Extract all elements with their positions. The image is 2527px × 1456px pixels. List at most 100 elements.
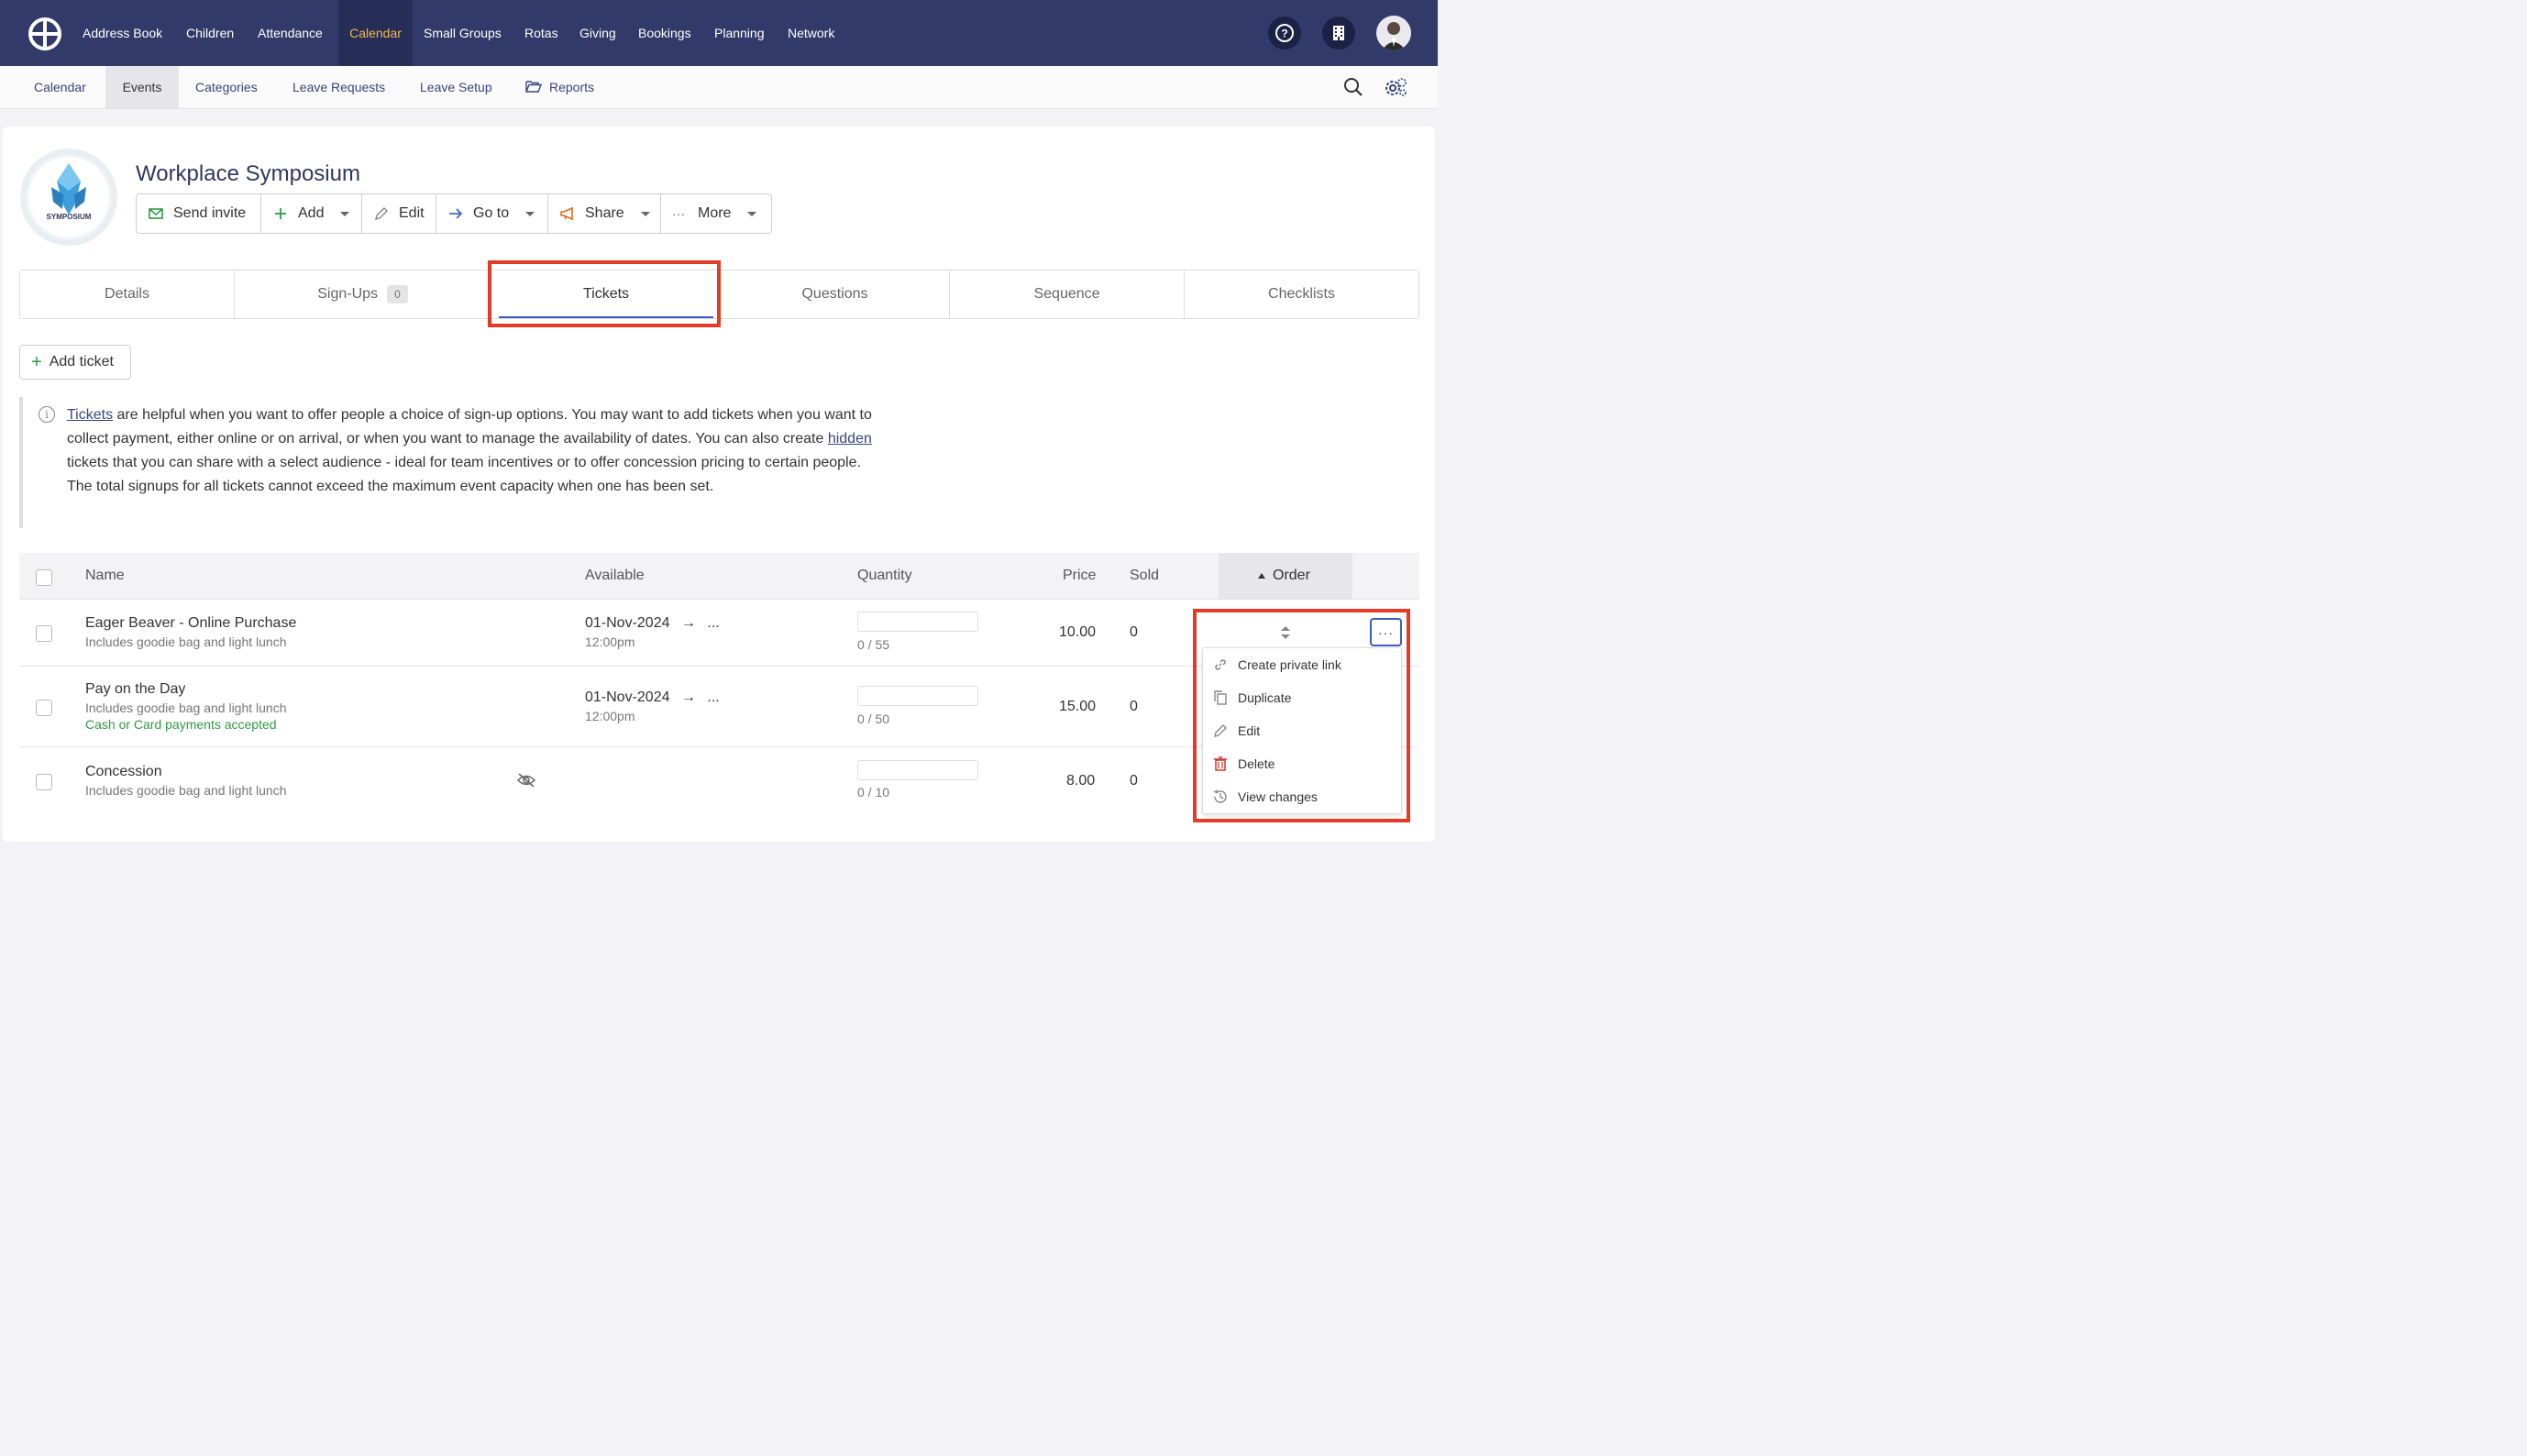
- nav-address-book[interactable]: Address Book: [83, 0, 162, 66]
- nav-small-groups[interactable]: Small Groups: [424, 0, 502, 66]
- tab-details[interactable]: Details: [20, 270, 235, 318]
- ticket-available-date: 01-Nov-2024 → ...: [585, 689, 720, 706]
- col-price-header[interactable]: Price: [1063, 553, 1096, 599]
- row-checkbox[interactable]: [36, 625, 52, 642]
- sub-navbar: Calendar Events Categories Leave Request…: [0, 66, 1438, 109]
- nav-rotas[interactable]: Rotas: [524, 0, 558, 66]
- ticket-start-time: 12:00pm: [585, 634, 635, 649]
- add-label: Add: [298, 205, 325, 221]
- subnav-leave-setup[interactable]: Leave Setup: [420, 66, 492, 108]
- tickets-help-link[interactable]: Tickets: [67, 407, 113, 423]
- send-invite-button[interactable]: Send invite: [137, 194, 261, 233]
- plus-icon: +: [31, 351, 42, 372]
- add-ticket-button[interactable]: + Add ticket: [19, 345, 131, 380]
- ticket-end-date: ...: [707, 615, 720, 631]
- tab-questions[interactable]: Questions: [721, 270, 950, 318]
- quantity-text: 0 / 55: [857, 637, 890, 652]
- col-order-label: Order: [1273, 568, 1310, 583]
- ticket-start-date: 01-Nov-2024: [585, 689, 670, 705]
- tab-signups[interactable]: Sign-Ups 0: [235, 270, 491, 318]
- ellipsis-icon: ···: [672, 206, 685, 221]
- arrow-right-icon: →: [680, 615, 696, 631]
- chevron-down-icon: [340, 211, 350, 216]
- info-text-part2: tickets that you can share with a select…: [67, 455, 861, 494]
- event-title: Workplace Symposium: [136, 161, 360, 186]
- subnav-categories[interactable]: Categories: [195, 66, 258, 108]
- quantity-bar: [857, 686, 978, 706]
- arrow-right-icon: →: [680, 689, 696, 705]
- subnav-events[interactable]: Events: [105, 66, 179, 108]
- edit-label: Edit: [399, 205, 425, 221]
- ticket-start-time: 12:00pm: [585, 709, 635, 723]
- envelope-icon: [148, 205, 164, 222]
- col-name-header[interactable]: Name: [85, 553, 125, 599]
- ticket-payment-note: Cash or Card payments accepted: [85, 717, 277, 732]
- nav-bookings[interactable]: Bookings: [638, 0, 691, 66]
- tab-checklists[interactable]: Checklists: [1185, 270, 1418, 318]
- col-quantity-header[interactable]: Quantity: [857, 553, 912, 599]
- gears-icon[interactable]: [1384, 77, 1407, 97]
- search-icon[interactable]: [1343, 77, 1363, 97]
- info-icon: i: [39, 406, 55, 423]
- event-logo-text: SYMPOSIUM: [46, 213, 92, 221]
- more-dropdown-button[interactable]: ··· More: [661, 194, 771, 233]
- col-sold-header[interactable]: Sold: [1130, 553, 1159, 599]
- row-checkbox[interactable]: [36, 700, 52, 716]
- ticket-price: 8.00: [1066, 773, 1096, 789]
- chevron-down-icon: [525, 211, 535, 216]
- nav-network[interactable]: Network: [788, 0, 834, 66]
- select-all-checkbox[interactable]: [36, 569, 52, 586]
- nav-attendance[interactable]: Attendance: [258, 0, 323, 66]
- go-to-dropdown-button[interactable]: Go to: [436, 194, 548, 233]
- subnav-leave-requests[interactable]: Leave Requests: [292, 66, 385, 108]
- nav-planning[interactable]: Planning: [714, 0, 765, 66]
- top-navbar: Address Book Children Attendance Calenda…: [0, 0, 1438, 66]
- ticket-sold: 0: [1130, 624, 1138, 640]
- row-divider: [19, 599, 1419, 600]
- tickets-info-callout: i Tickets are helpful when you want to o…: [19, 397, 872, 528]
- quantity-bar: [857, 760, 978, 780]
- tab-sequence[interactable]: Sequence: [950, 270, 1185, 318]
- ticket-name[interactable]: Concession: [85, 764, 162, 780]
- share-label: Share: [585, 205, 624, 221]
- ticket-sold: 0: [1130, 699, 1138, 714]
- help-icon[interactable]: ?: [1268, 17, 1301, 50]
- add-dropdown-button[interactable]: Add: [261, 194, 362, 233]
- ticket-sold: 0: [1130, 773, 1138, 789]
- ticket-name[interactable]: Eager Beaver - Online Purchase: [85, 615, 296, 632]
- ticket-description: Includes goodie bag and light lunch: [85, 783, 287, 798]
- subnav-calendar[interactable]: Calendar: [34, 66, 86, 108]
- nav-giving[interactable]: Giving: [579, 0, 616, 66]
- nav-calendar[interactable]: Calendar: [338, 0, 413, 66]
- col-order-header[interactable]: Order: [1258, 553, 1310, 599]
- hidden-help-link[interactable]: hidden: [828, 431, 872, 447]
- info-text-part1: are helpful when you want to offer peopl…: [67, 407, 872, 447]
- send-invite-label: Send invite: [173, 205, 247, 221]
- edit-button[interactable]: Edit: [362, 194, 436, 233]
- ticket-name[interactable]: Pay on the Day: [85, 681, 185, 698]
- building-icon[interactable]: [1322, 17, 1355, 50]
- col-available-header[interactable]: Available: [585, 553, 645, 599]
- go-to-label: Go to: [473, 205, 510, 221]
- tab-signups-label: Sign-Ups: [317, 286, 379, 302]
- row-checkbox[interactable]: [36, 774, 52, 790]
- pencil-icon: [373, 205, 390, 222]
- ticket-price: 15.00: [1059, 699, 1097, 714]
- eye-slash-icon: [516, 772, 536, 793]
- ticket-start-date: 01-Nov-2024: [585, 615, 670, 631]
- tickets-table-header: [19, 553, 1419, 599]
- event-action-bar: Send invite Add Edit Go to Share ··· Mor…: [136, 193, 772, 234]
- chevron-down-icon: [640, 211, 650, 216]
- actions-menu-highlight: [1193, 609, 1410, 822]
- folder-open-icon: [525, 67, 543, 109]
- ticket-available-date: 01-Nov-2024 → ...: [585, 615, 720, 632]
- share-dropdown-button[interactable]: Share: [548, 194, 661, 233]
- subnav-reports[interactable]: Reports: [525, 66, 594, 108]
- quantity-text: 0 / 10: [857, 785, 890, 800]
- app-logo-icon[interactable]: [28, 17, 62, 51]
- event-logo: SYMPOSIUM: [20, 149, 117, 246]
- user-avatar[interactable]: [1376, 16, 1411, 50]
- megaphone-icon: [559, 205, 576, 222]
- nav-children[interactable]: Children: [186, 0, 234, 66]
- svg-text:?: ?: [1281, 28, 1287, 40]
